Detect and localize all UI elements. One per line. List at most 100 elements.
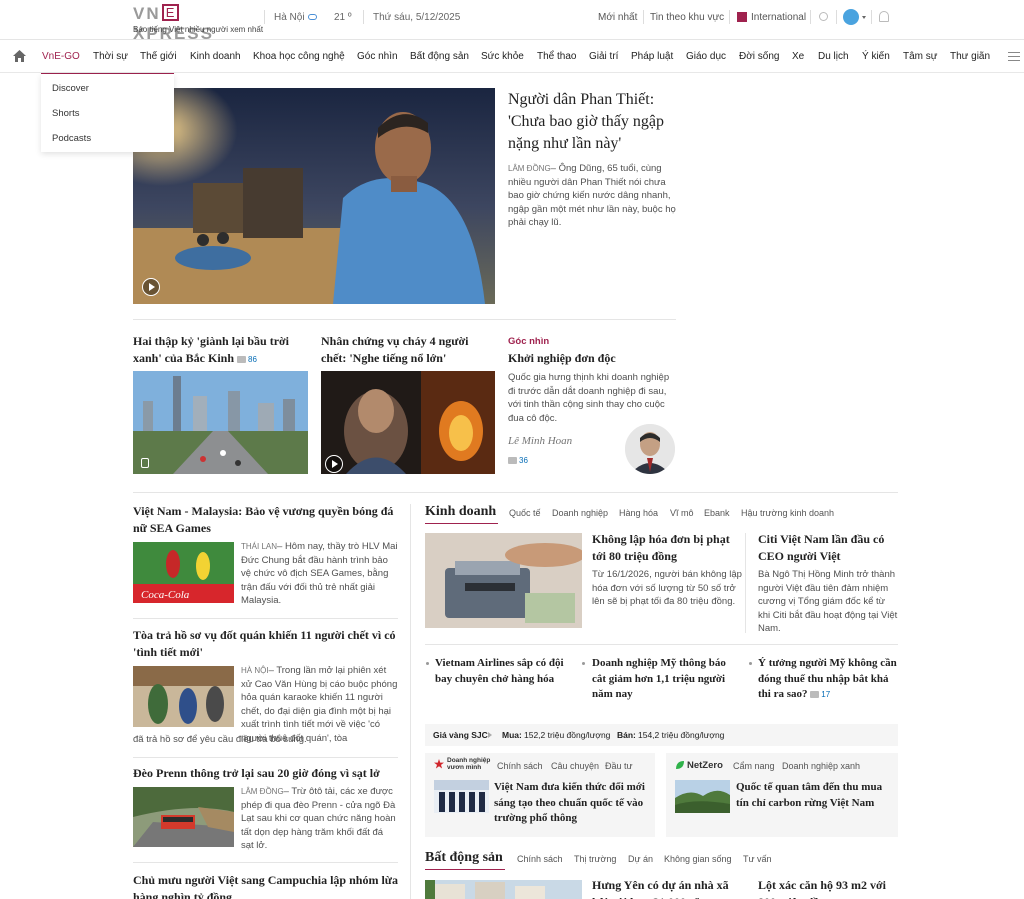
article-location: LÂM ĐỒNG — [241, 787, 284, 796]
comment-count[interactable]: 86 — [237, 351, 257, 368]
sub-link-vi-mo[interactable]: Vĩ mô — [670, 508, 694, 518]
article-title-vietnam-airlines[interactable]: Vietnam Airlines sắp có đội bay chuyên c… — [435, 656, 575, 687]
article-image-prenn[interactable] — [133, 787, 234, 847]
sub-link-khong-gian-song[interactable]: Không gian sống — [664, 854, 732, 864]
star-logo-icon — [434, 759, 444, 769]
sub-link-chinh-sach[interactable]: Chính sách — [497, 761, 543, 771]
international-link[interactable]: International — [751, 12, 806, 23]
sub-link-doanh-nghiep-xanh[interactable]: Doanh nghiệp xanh — [782, 761, 860, 771]
article-image-beijing[interactable] — [133, 371, 308, 474]
article-image-fire[interactable] — [321, 371, 495, 474]
nav-item-thoi-su[interactable]: Thời sự — [93, 51, 128, 62]
nav-item-xe[interactable]: Xe — [792, 51, 804, 62]
sub-link-dau-tu[interactable]: Đầu tư — [605, 761, 633, 771]
nav-item-thu-gian[interactable]: Thư giãn — [950, 51, 990, 62]
article-lead-part1: – Trong lần mở lại phiên xét xử Cao Văn … — [241, 665, 398, 744]
article-title-us-layoffs[interactable]: Doanh nghiệp Mỹ thông báo cắt giảm hơn 1… — [592, 656, 732, 703]
article-title-citi[interactable]: Citi Việt Nam lần đầu có CEO người Việt — [758, 531, 898, 565]
section-title-kinh-doanh[interactable]: Kinh doanh — [425, 504, 496, 520]
nav-item-du-lich[interactable]: Du lịch — [818, 51, 849, 62]
article-image-innovation[interactable] — [434, 780, 489, 813]
article-title-innovation[interactable]: Việt Nam đưa kiến thức đổi mới sáng tạo … — [494, 780, 652, 827]
opinion-title[interactable]: Khởi nghiệp đơn độc — [508, 350, 678, 367]
article-image-social-housing[interactable] — [425, 880, 582, 899]
dropdown-item-discover[interactable]: Discover — [52, 83, 89, 94]
dropdown-item-shorts[interactable]: Shorts — [52, 108, 79, 119]
nav-item-y-kien[interactable]: Ý kiến — [862, 51, 890, 62]
article-title-prenn[interactable]: Đèo Prenn thông trở lại sau 20 giờ đóng … — [133, 765, 398, 782]
article-title-beijing[interactable]: Hai thập kỷ 'giành lại bầu trời xanh' củ… — [133, 333, 308, 368]
sub-link-hau-truong[interactable]: Hậu trường kinh doanh — [741, 508, 834, 518]
home-icon[interactable] — [12, 49, 27, 63]
nav-item-the-thao[interactable]: Thể thao — [537, 51, 576, 62]
article-lead-citi: Bà Ngô Thị Hồng Minh trở thành người Việ… — [758, 569, 898, 634]
article-title-court[interactable]: Tòa trả hồ sơ vụ đốt quán khiến 11 người… — [133, 627, 398, 661]
sub-link-ebank[interactable]: Ebank — [704, 508, 730, 518]
user-avatar[interactable] — [843, 9, 859, 25]
sub-link-du-an[interactable]: Dự án — [628, 854, 653, 864]
hero-title[interactable]: Người dân Phan Thiết: 'Chưa bao giờ thấy… — [508, 89, 680, 155]
sub-link-quoc-te[interactable]: Quốc tế — [509, 508, 541, 518]
comment-count[interactable]: 36 — [508, 454, 528, 466]
divider — [133, 757, 398, 758]
nav-item-phap-luat[interactable]: Pháp luật — [631, 51, 673, 62]
nav-item-goc-nhin[interactable]: Góc nhìn — [357, 51, 398, 62]
dn-brand-line1: Doanh nghiệp — [447, 757, 491, 764]
divider — [133, 319, 676, 320]
nav-item-kinh-doanh[interactable]: Kinh doanh — [190, 51, 241, 62]
sub-link-cam-nang[interactable]: Cẩm nang — [733, 761, 775, 771]
nav-item-tam-su[interactable]: Tâm sự — [903, 51, 937, 62]
article-image-invoice[interactable] — [425, 533, 582, 628]
nav-item-the-gioi[interactable]: Thế giới — [140, 51, 177, 62]
sub-link-chinh-sach[interactable]: Chính sách — [517, 854, 563, 864]
vnexpress-logo[interactable]: VN EXPRESS Báo tiếng Việt nhiều người xem… — [133, 4, 263, 43]
sub-link-thi-truong[interactable]: Thị trường — [574, 854, 616, 864]
gold-price-bar[interactable]: Giá vàng SJC Mua: 152,2 triệu đồng/lượng… — [425, 724, 898, 746]
nav-item-khoa-hoc[interactable]: Khoa học công nghệ — [253, 51, 345, 62]
video-play-icon[interactable] — [325, 455, 343, 473]
article-title-us-tax[interactable]: Ý tưởng người Mỹ không cần đóng thuế thu… — [758, 656, 898, 703]
latest-news-link[interactable]: Mới nhất — [598, 12, 637, 23]
netzero-brand[interactable]: NetZero — [687, 760, 723, 771]
article-title-football[interactable]: Việt Nam - Malaysia: Bảo vệ vương quyền … — [133, 503, 398, 537]
logo-text-e: E — [161, 4, 179, 21]
article-title-campuchia[interactable]: Chủ mưu người Việt sang Campuchia lập nh… — [133, 872, 398, 899]
article-title-invoice[interactable]: Không lập hóa đơn bị phạt tới 80 triệu đ… — [592, 531, 742, 565]
article-image-carbon-forest[interactable] — [675, 780, 730, 813]
article-title-social-housing[interactable]: Hưng Yên có dự án nhà xã hội với hơn 21.… — [592, 877, 742, 899]
video-play-icon[interactable] — [142, 278, 160, 296]
article-image-football[interactable]: Coca-Cola — [133, 542, 234, 603]
nav-item-bat-dong-san[interactable]: Bất động sản — [410, 51, 469, 62]
city-label[interactable]: Hà Nội — [274, 12, 305, 23]
bell-icon[interactable] — [879, 11, 889, 22]
sub-link-tu-van[interactable]: Tư vấn — [743, 854, 772, 864]
menu-icon[interactable] — [1008, 52, 1020, 61]
regional-news-link[interactable]: Tin theo khu vực — [650, 12, 724, 23]
search-icon[interactable] — [819, 12, 828, 21]
article-image-court[interactable] — [133, 666, 234, 727]
chevron-down-icon[interactable] — [862, 16, 866, 19]
dropdown-item-podcasts[interactable]: Podcasts — [52, 133, 91, 144]
nav-item-giai-tri[interactable]: Giải trí — [589, 51, 618, 62]
opinion-kicker[interactable]: Góc nhìn — [508, 336, 549, 347]
article-title-carbon-forest[interactable]: Quốc tế quan tâm đến thu mua tín chỉ car… — [736, 780, 894, 811]
nav-item-suc-khoe[interactable]: Sức khỏe — [481, 51, 524, 62]
sub-link-hang-hoa[interactable]: Hàng hóa — [619, 508, 658, 518]
comment-count-value: 36 — [519, 456, 528, 465]
gold-buy-label: Mua: — [502, 730, 522, 740]
hero-image[interactable] — [133, 88, 495, 304]
nav-item-giao-duc[interactable]: Giáo dục — [686, 51, 726, 62]
article-title-fire[interactable]: Nhân chứng vụ cháy 4 người chết: 'Nghe t… — [321, 333, 496, 367]
divider — [729, 10, 730, 24]
section-title-bat-dong-san[interactable]: Bất động sản — [425, 850, 503, 866]
nav-item-vne-go[interactable]: VnE-GO — [42, 51, 80, 62]
sub-link-doanh-nghiep[interactable]: Doanh nghiệp — [552, 508, 608, 518]
opinion-author[interactable]: Lê Minh Hoan — [508, 435, 572, 447]
sub-link-cau-chuyen[interactable]: Câu chuyện — [551, 761, 599, 771]
dn-brand[interactable]: Doanh nghiệp vươn mình — [447, 757, 490, 771]
comment-count[interactable]: 17 — [810, 687, 830, 703]
article-title-apartment[interactable]: Lột xác căn hộ 93 m2 với 800 triệu đồng — [758, 877, 898, 899]
author-avatar[interactable] — [625, 424, 675, 474]
current-date: Thứ sáu, 5/12/2025 — [373, 12, 461, 23]
nav-item-doi-song[interactable]: Đời sống — [739, 51, 779, 62]
